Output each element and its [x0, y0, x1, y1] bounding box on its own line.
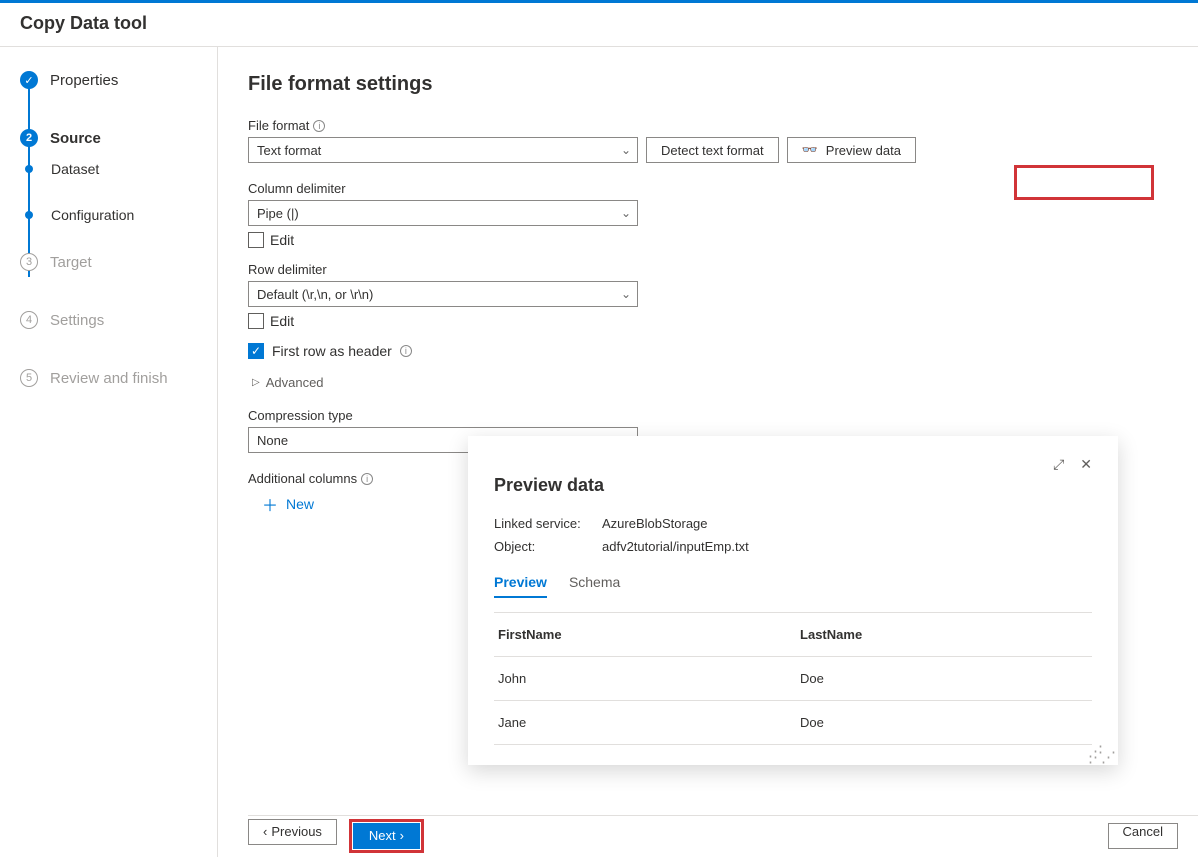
step-properties[interactable]: ✓ Properties: [20, 71, 217, 89]
button-label: Preview data: [826, 143, 901, 158]
substep-label: Configuration: [51, 207, 134, 223]
wizard-footer: ‹ Previous Next › Cancel: [248, 815, 1198, 855]
dot-icon: [25, 211, 33, 219]
preview-table: FirstName LastName John Doe Jane Doe: [494, 612, 1092, 745]
edit-row-delimiter-checkbox[interactable]: [248, 313, 264, 329]
tab-preview[interactable]: Preview: [494, 574, 547, 598]
triangle-right-icon: ▷: [252, 377, 260, 388]
substep-label: Dataset: [51, 161, 99, 177]
step-review[interactable]: 5 Review and finish: [20, 369, 217, 387]
table-cell: Doe: [796, 701, 1092, 745]
button-label: Cancel: [1123, 824, 1163, 839]
step-label: Review and finish: [50, 370, 168, 387]
step-settings[interactable]: 4 Settings: [20, 311, 217, 329]
advanced-toggle[interactable]: ▷ Advanced: [248, 375, 1168, 390]
button-label: Next: [369, 828, 396, 843]
edit-column-delimiter-checkbox[interactable]: [248, 232, 264, 248]
cancel-button[interactable]: Cancel: [1108, 823, 1178, 849]
column-delimiter-select[interactable]: Pipe (|) ⌄: [248, 200, 638, 226]
select-value: None: [257, 433, 288, 448]
chevron-right-icon: ›: [400, 828, 404, 843]
table-header: FirstName: [494, 613, 796, 657]
resize-grip-icon[interactable]: ⋰⋰⋰: [1088, 749, 1114, 761]
preview-data-button[interactable]: 👓 Preview data: [787, 137, 916, 163]
first-row-header-checkbox[interactable]: ✓: [248, 343, 264, 359]
select-value: Pipe (|): [257, 206, 299, 221]
table-cell: John: [494, 657, 796, 701]
file-format-label: File format i: [248, 118, 1168, 133]
step-label: Target: [50, 254, 92, 271]
select-value: Text format: [257, 143, 321, 158]
substep-dataset[interactable]: Dataset: [29, 161, 217, 177]
table-header: LastName: [796, 613, 1092, 657]
checkbox-label: First row as header: [272, 343, 392, 359]
step-number-icon: 4: [20, 311, 38, 329]
button-label: Detect text format: [661, 143, 764, 158]
table-cell: Jane: [494, 701, 796, 745]
info-icon[interactable]: i: [313, 120, 325, 132]
chevron-left-icon: ‹: [263, 824, 267, 839]
info-icon[interactable]: i: [361, 473, 373, 485]
step-source[interactable]: 2 Source: [20, 129, 217, 147]
toggle-label: Advanced: [266, 375, 324, 390]
chevron-down-icon: ⌄: [621, 206, 631, 220]
check-icon: ✓: [20, 71, 38, 89]
label-text: Additional columns: [248, 471, 357, 486]
button-label: Previous: [271, 824, 322, 839]
label-text: File format: [248, 118, 309, 133]
next-button[interactable]: Next ›: [353, 823, 420, 849]
highlight-next: Next ›: [349, 819, 424, 853]
linked-service-value: AzureBlobStorage: [602, 516, 708, 531]
step-label: Properties: [50, 72, 118, 89]
linked-service-label: Linked service:: [494, 516, 602, 531]
column-delimiter-label: Column delimiter: [248, 181, 1168, 196]
step-number-icon: 2: [20, 129, 38, 147]
dot-icon: [25, 165, 33, 173]
compression-type-label: Compression type: [248, 408, 1168, 423]
page-title: Copy Data tool: [0, 3, 1198, 47]
preview-data-panel: ⤢ ✕ Preview data Linked service: AzureBl…: [468, 436, 1118, 765]
step-target[interactable]: 3 Target: [20, 253, 217, 271]
object-value: adfv2tutorial/inputEmp.txt: [602, 539, 749, 554]
button-label: New: [286, 496, 314, 512]
chevron-down-icon: ⌄: [621, 287, 631, 301]
step-number-icon: 3: [20, 253, 38, 271]
row-delimiter-label: Row delimiter: [248, 262, 1168, 277]
close-icon[interactable]: ✕: [1080, 456, 1092, 473]
row-delimiter-select[interactable]: Default (\r,\n, or \r\n) ⌄: [248, 281, 638, 307]
table-row: Jane Doe: [494, 701, 1092, 745]
tab-schema[interactable]: Schema: [569, 574, 620, 598]
checkbox-label: Edit: [270, 232, 294, 248]
object-label: Object:: [494, 539, 602, 554]
step-label: Source: [50, 130, 101, 147]
panel-title: Preview data: [494, 475, 1092, 496]
step-number-icon: 5: [20, 369, 38, 387]
table-cell: Doe: [796, 657, 1092, 701]
plus-icon: ＋: [262, 492, 278, 516]
wizard-sidebar: ✓ Properties 2 Source Dataset Configurat…: [0, 47, 218, 857]
detect-text-format-button[interactable]: Detect text format: [646, 137, 779, 163]
step-connector-line: [28, 87, 30, 277]
checkbox-label: Edit: [270, 313, 294, 329]
substep-configuration[interactable]: Configuration: [29, 207, 217, 223]
chevron-down-icon: ⌄: [621, 143, 631, 157]
previous-button[interactable]: ‹ Previous: [248, 819, 337, 845]
section-heading: File format settings: [248, 73, 1168, 96]
table-row: John Doe: [494, 657, 1092, 701]
glasses-icon: 👓: [802, 142, 818, 158]
file-format-select[interactable]: Text format ⌄: [248, 137, 638, 163]
step-label: Settings: [50, 312, 104, 329]
expand-icon[interactable]: ⤢: [1053, 456, 1064, 473]
select-value: Default (\r,\n, or \r\n): [257, 287, 373, 302]
info-icon[interactable]: i: [400, 345, 412, 357]
